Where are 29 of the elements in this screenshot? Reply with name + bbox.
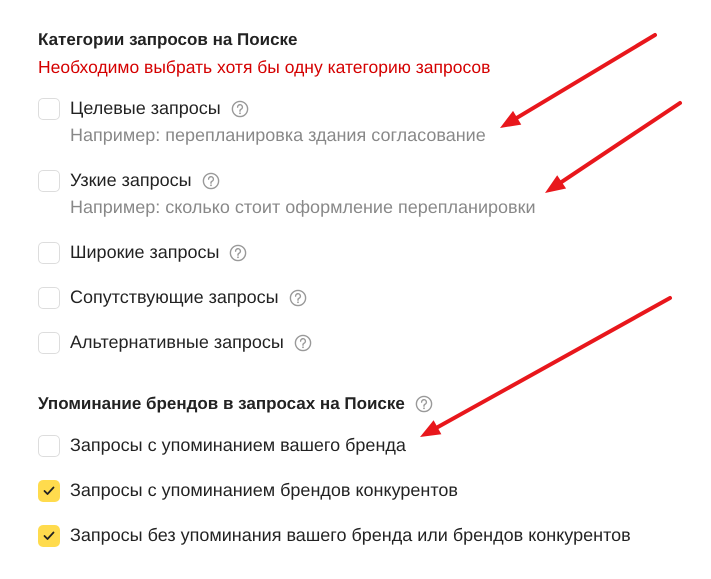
option-hint: Например: перепланировка здания согласование <box>70 124 487 147</box>
option-label: Широкие запросы <box>70 241 220 264</box>
checkbox[interactable] <box>38 480 60 502</box>
checkbox[interactable] <box>38 286 60 308</box>
checkbox[interactable] <box>38 242 60 264</box>
check-icon <box>43 530 55 540</box>
option-label: Запросы без упоминания вашего бренда или брендов конкурентов <box>70 524 631 547</box>
section-title: Упоминание брендов в запросах на Поиске <box>38 394 405 414</box>
check-icon <box>43 486 55 496</box>
option-label: Узкие запросы <box>70 169 192 192</box>
help-icon[interactable] <box>202 172 220 190</box>
help-icon[interactable] <box>229 244 248 262</box>
option-label: Запросы с упоминанием вашего бренда <box>70 434 406 457</box>
checkbox[interactable] <box>38 170 60 192</box>
help-icon[interactable] <box>288 288 307 306</box>
error-message: Необходимо выбрать хотя бы одну категорию запросов <box>38 57 492 77</box>
checkbox[interactable] <box>38 332 60 354</box>
help-icon[interactable] <box>294 334 312 352</box>
checkbox[interactable] <box>38 524 60 546</box>
help-icon[interactable] <box>414 395 433 413</box>
section-title: Категории запросов на Поиске <box>38 30 298 50</box>
option-label: Запросы с упоминанием брендов конкурентов <box>70 479 458 502</box>
option-label: Сопутствующие запросы <box>70 286 279 309</box>
checkbox[interactable] <box>38 434 60 456</box>
option-label: Целевые запросы <box>70 97 221 120</box>
checkbox[interactable] <box>38 98 60 120</box>
option-hint: Например: сколько стоит оформление перепланировки <box>70 196 537 219</box>
option-label: Альтернативные запросы <box>70 331 284 354</box>
help-icon[interactable] <box>230 100 249 118</box>
